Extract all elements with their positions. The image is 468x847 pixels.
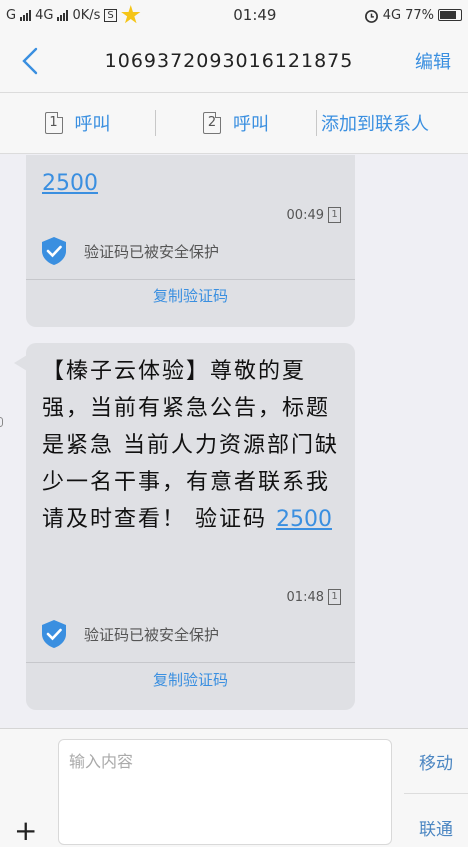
sim1-icon: 1	[44, 112, 63, 134]
star-icon	[121, 5, 141, 24]
scroll-handle-icon[interactable]	[0, 417, 3, 427]
back-button[interactable]	[0, 30, 60, 92]
message-meta: 00:49 1	[287, 207, 341, 223]
signal-icon	[20, 9, 32, 21]
verification-code-link[interactable]: 2500	[276, 507, 332, 532]
shield-check-icon	[42, 237, 66, 265]
message-time: 00:49	[286, 207, 324, 223]
send-sim2-button[interactable]: 联通	[404, 815, 468, 840]
security-text: 验证码已被安全保护	[84, 242, 220, 261]
chevron-left-icon	[22, 47, 38, 75]
message-text-truncated: · · ·	[42, 155, 341, 157]
security-text: 验证码已被安全保护	[84, 625, 220, 644]
edit-button[interactable]: 编辑	[398, 48, 468, 74]
call-sim2-label: 呼叫	[233, 114, 269, 135]
signal-icon	[57, 9, 69, 21]
sim-card-icon: 1	[328, 589, 341, 605]
shield-check-icon	[42, 620, 66, 648]
sender-number: 1069372093016121875	[104, 50, 354, 72]
copy-code-button[interactable]: 复制验证码	[26, 285, 355, 306]
add-contact-button[interactable]: 添加到联系人	[317, 93, 468, 153]
action-bar: 1 呼叫 2 呼叫 添加到联系人	[0, 92, 468, 154]
network-type: 4G	[382, 7, 402, 23]
message-bubble[interactable]: · · · 2500 00:49 1 验证码已被安全保护 复制验证码	[26, 155, 355, 327]
carrier-label: G	[6, 7, 17, 23]
copy-code-button[interactable]: 复制验证码	[26, 669, 355, 690]
security-notice: 验证码已被安全保护	[40, 619, 219, 649]
send-sim1-button[interactable]: 移动	[404, 749, 468, 774]
divider	[26, 662, 355, 663]
message-list[interactable]: · · · 2500 00:49 1 验证码已被安全保护 复制验证码 【榛子云体…	[0, 155, 468, 728]
sim-status-icon: S	[104, 8, 117, 22]
clock: 01:49	[233, 6, 277, 24]
verification-code-link[interactable]: 2500	[42, 171, 98, 196]
message-bubble[interactable]: 【榛子云体验】尊敬的夏强，当前有紧急公告，标题是紧急 当前人力资源部门缺少一名干…	[14, 343, 355, 710]
alarm-icon	[364, 9, 378, 23]
call-sim1-button[interactable]: 1 呼叫	[0, 93, 155, 153]
network-label: 4G	[35, 7, 54, 23]
message-time: 01:48	[286, 589, 324, 605]
divider	[404, 793, 468, 794]
message-input[interactable]	[58, 739, 392, 845]
conversation-header: 1069372093016121875 编辑	[0, 30, 468, 92]
message-text: 【榛子云体验】尊敬的夏强，当前有紧急公告，标题是紧急 当前人力资源部门缺少一名干…	[42, 353, 341, 538]
sim2-icon: 2	[203, 112, 221, 134]
divider	[26, 279, 355, 280]
message-text: 2500	[42, 165, 341, 202]
battery-icon	[438, 9, 462, 21]
speed-label: 0K/s	[72, 7, 101, 23]
battery-percent: 77%	[405, 7, 434, 23]
security-notice: 验证码已被安全保护	[40, 236, 219, 266]
message-meta: 01:48 1	[287, 589, 341, 605]
attach-plus-icon[interactable]: +	[14, 817, 37, 845]
composer-bar: + 移动 联通	[0, 728, 468, 847]
status-bar: G 4G 0K/s S 01:49 4G 77%	[0, 0, 468, 30]
call-sim1-label: 呼叫	[74, 114, 111, 135]
call-sim2-button[interactable]: 2 呼叫	[156, 93, 316, 153]
sim-card-icon: 1	[328, 207, 341, 223]
